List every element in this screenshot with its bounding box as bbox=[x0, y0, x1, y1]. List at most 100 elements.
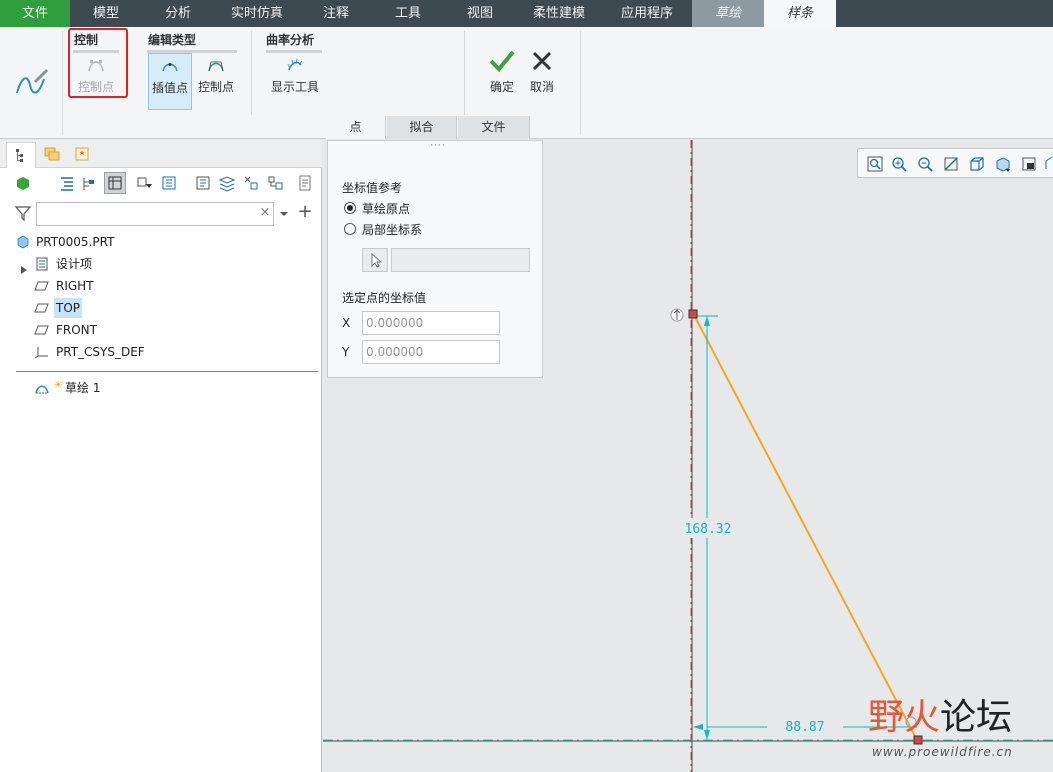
interpolation-point-button[interactable]: 插值点 bbox=[148, 53, 192, 110]
cancel-button[interactable]: 取消 bbox=[524, 49, 560, 97]
control-polygon-icon bbox=[194, 59, 238, 76]
tree-item-front[interactable]: FRONT bbox=[0, 320, 322, 340]
zoom-in-icon[interactable] bbox=[890, 155, 908, 173]
csys-collector-field[interactable] bbox=[391, 248, 530, 272]
tab-layers[interactable] bbox=[38, 142, 68, 168]
coord-ref-label: 坐标值参考 bbox=[342, 181, 403, 195]
tree-item-csys-label: PRT_CSYS_DEF bbox=[56, 345, 145, 359]
watermark-brand: 野火论坛 bbox=[868, 688, 1012, 740]
datum-plane-icon bbox=[34, 279, 50, 293]
tree-item-top[interactable]: TOP bbox=[0, 298, 322, 318]
refit-icon[interactable] bbox=[866, 155, 884, 173]
menu-applications[interactable]: 应用程序 bbox=[602, 0, 692, 27]
insert-indicator bbox=[16, 371, 318, 372]
watermark-brand-b: 火 bbox=[904, 697, 941, 738]
sketch-icon bbox=[34, 381, 50, 395]
menu-file[interactable]: 文件 bbox=[0, 0, 70, 27]
sketch-origin-radio[interactable] bbox=[344, 202, 356, 214]
local-csys-radio[interactable] bbox=[344, 223, 356, 235]
saved-orientations-icon[interactable] bbox=[994, 155, 1012, 173]
display-style-icon[interactable] bbox=[968, 155, 986, 173]
curvature-icon bbox=[268, 57, 322, 76]
tree-settings-icon[interactable] bbox=[104, 172, 126, 194]
menu-tools[interactable]: 工具 bbox=[372, 0, 444, 27]
menu-sketch[interactable]: 草绘 bbox=[692, 0, 764, 27]
datum-plane-icon bbox=[34, 301, 50, 315]
tree-filter-icon[interactable] bbox=[136, 174, 154, 192]
perspective-icon[interactable] bbox=[1044, 155, 1053, 173]
interpolation-point-label: 插值点 bbox=[151, 81, 188, 95]
tree-columns-icon[interactable] bbox=[58, 174, 76, 192]
relations-icon[interactable] bbox=[266, 174, 284, 192]
display-tools-button[interactable]: 显示工具 bbox=[268, 57, 322, 97]
notes-icon[interactable] bbox=[296, 174, 314, 192]
tab-model-tree[interactable] bbox=[6, 142, 36, 168]
repaint-icon[interactable] bbox=[942, 155, 960, 173]
group-title-curvature: 曲率分析 bbox=[266, 33, 315, 47]
tree-item-sketch[interactable]: ✳ 草绘 1 bbox=[0, 378, 322, 398]
dim-horizontal-value[interactable]: 88.87 bbox=[785, 720, 824, 735]
tree-item-sketch-label: 草绘 1 bbox=[65, 381, 101, 395]
menu-analysis[interactable]: 分析 bbox=[142, 0, 214, 27]
edit-control-point-label: 控制点 bbox=[197, 80, 234, 94]
watermark-brand-c: 论坛 bbox=[940, 697, 1013, 738]
local-csys-label: 局部坐标系 bbox=[362, 223, 423, 237]
tree-show-icon[interactable] bbox=[160, 174, 178, 192]
y-coordinate-input[interactable] bbox=[362, 340, 500, 364]
menu-flexible-modeling[interactable]: 柔性建模 bbox=[516, 0, 602, 27]
model-display-icon[interactable] bbox=[14, 174, 32, 192]
ok-label: 确定 bbox=[489, 80, 514, 94]
tree-item-csys[interactable]: PRT_CSYS_DEF bbox=[0, 342, 322, 362]
svg-text:*: * bbox=[80, 150, 85, 161]
expand-arrow-icon[interactable] bbox=[20, 260, 28, 274]
tree-item-right[interactable]: RIGHT bbox=[0, 276, 322, 296]
watermark-brand-a: 野 bbox=[868, 697, 905, 738]
tree-expand-icon[interactable] bbox=[80, 174, 98, 192]
dim-vertical-value[interactable]: 168.32 bbox=[685, 522, 732, 537]
layers-icon[interactable] bbox=[218, 174, 236, 192]
datum-plane-icon bbox=[34, 323, 50, 337]
y-label: Y bbox=[342, 345, 350, 359]
tab-file[interactable]: 文件 bbox=[458, 116, 530, 139]
tree-item-root[interactable]: PRT0005.PRT bbox=[0, 232, 322, 252]
graphics-toolbar bbox=[857, 148, 1053, 178]
tree-item-design-items[interactable]: 设计项 bbox=[0, 254, 322, 274]
panel-drag-handle[interactable]: ···· bbox=[428, 142, 448, 151]
ribbon: 控制 控制点 编辑类型 插值点 控制点 曲率分析 显示工具 确定 取消 点 拟合… bbox=[0, 27, 1053, 139]
chevron-down-icon[interactable] bbox=[278, 208, 290, 218]
tab-fit[interactable]: 拟合 bbox=[387, 116, 457, 139]
clear-icon[interactable]: × bbox=[258, 206, 272, 220]
zoom-out-icon[interactable] bbox=[916, 155, 934, 173]
view-manager-icon[interactable] bbox=[1020, 155, 1038, 173]
menu-spline[interactable]: 样条 bbox=[764, 0, 836, 27]
close-icon bbox=[524, 49, 560, 76]
add-filter-icon[interactable]: + bbox=[297, 203, 313, 221]
watermark: 野火论坛 www.proewildfire.cn bbox=[868, 688, 1048, 768]
tab-points[interactable]: 点 bbox=[326, 116, 386, 139]
tree-icon bbox=[16, 149, 23, 162]
tree-find-icon[interactable] bbox=[194, 174, 212, 192]
tree-item-front-label: FRONT bbox=[56, 323, 97, 337]
menu-model[interactable]: 模型 bbox=[70, 0, 142, 27]
menu-annotate[interactable]: 注释 bbox=[300, 0, 372, 27]
filter-icon bbox=[14, 204, 32, 222]
tree-search-input[interactable] bbox=[36, 202, 274, 226]
part-icon bbox=[16, 235, 30, 249]
menu-realtime-sim[interactable]: 实时仿真 bbox=[214, 0, 300, 27]
x-coordinate-input[interactable] bbox=[362, 311, 500, 335]
edit-control-point-button[interactable]: 控制点 bbox=[194, 59, 238, 99]
coordinate-system-icon bbox=[34, 345, 50, 359]
select-csys-button[interactable] bbox=[362, 248, 388, 272]
menu-bar: 文件 模型 分析 实时仿真 注释 工具 视图 柔性建模 应用程序 草绘 样条 bbox=[0, 0, 1053, 27]
tab-favorites[interactable]: * bbox=[68, 142, 98, 168]
new-feature-icon: ✳ bbox=[54, 380, 63, 391]
dim-arrow bbox=[704, 316, 710, 326]
spline-point-start[interactable] bbox=[688, 309, 698, 319]
checkmark-icon bbox=[484, 49, 520, 76]
dim-arrow bbox=[693, 724, 703, 730]
x-label: X bbox=[342, 316, 351, 330]
suppress-icon[interactable] bbox=[242, 174, 260, 192]
menu-view[interactable]: 视图 bbox=[444, 0, 516, 27]
tree-item-right-label: RIGHT bbox=[56, 279, 94, 293]
ok-button[interactable]: 确定 bbox=[484, 49, 520, 97]
